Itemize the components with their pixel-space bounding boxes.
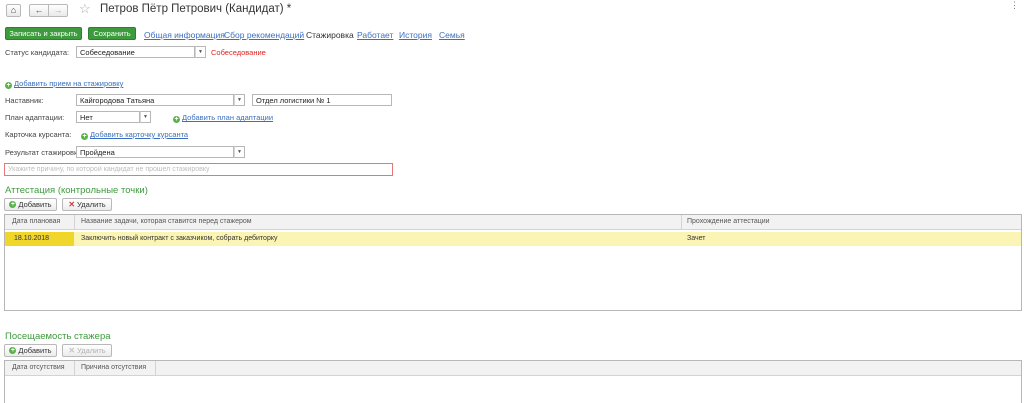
column-header[interactable]: Причина отсутствия — [81, 364, 146, 371]
adaptation-plan-label: План адаптации: — [5, 113, 65, 122]
attestation-delete-label: Удалить — [77, 200, 106, 209]
adaptation-plan-dropdown-button[interactable]: ▼ — [140, 111, 151, 123]
adaptation-plan-field[interactable]: Нет — [76, 111, 140, 123]
delete-icon: ✕ — [68, 199, 76, 209]
row-task: Заключить новый контракт с заказчиком, с… — [81, 235, 278, 242]
attestation-add-button[interactable]: + Добавить — [4, 198, 57, 211]
status-field[interactable]: Собеседование — [76, 46, 195, 58]
home-button[interactable]: ⌂ — [6, 4, 21, 17]
attendance-delete-button[interactable]: ✕ Удалить — [62, 344, 112, 357]
add-internship-link-text[interactable]: Добавить прием на стажировку — [14, 79, 123, 88]
tab-internship[interactable]: Стажировка — [306, 30, 354, 40]
attestation-delete-button[interactable]: ✕ Удалить — [62, 198, 112, 211]
save-and-close-button[interactable]: Записать и закрыть — [5, 27, 82, 40]
back-button[interactable]: ← — [29, 4, 49, 17]
column-header[interactable]: Дата плановая — [12, 218, 60, 225]
attendance-table[interactable]: Дата отсутствия Причина отсутствия — [4, 360, 1022, 403]
column-header[interactable]: Прохождение аттестации — [687, 218, 770, 225]
attendance-title: Посещаемость стажера — [5, 331, 111, 342]
save-button[interactable]: Сохранить — [88, 27, 136, 40]
mentor-field[interactable]: Кайгородова Татьяна — [76, 94, 234, 106]
plus-icon: + — [173, 116, 180, 123]
attestation-add-label: Добавить — [18, 200, 52, 209]
column-divider — [681, 215, 682, 230]
attendance-add-label: Добавить — [18, 346, 52, 355]
status-hint: Собеседование — [211, 48, 266, 57]
chevron-down-icon: ▼ — [198, 49, 203, 55]
reason-input[interactable] — [4, 163, 393, 176]
chevron-down-icon: ▼ — [237, 97, 242, 103]
arrow-left-icon: ← — [34, 5, 44, 15]
result-label: Результат стажировки: — [5, 148, 84, 157]
column-header[interactable]: Название задачи, которая ставится перед … — [81, 218, 252, 225]
attestation-table[interactable]: Дата плановая Название задачи, которая с… — [4, 214, 1022, 311]
chevron-down-icon: ▼ — [237, 149, 242, 155]
column-divider — [74, 215, 75, 230]
attendance-delete-label: Удалить — [77, 346, 106, 355]
home-icon: ⌂ — [10, 5, 17, 15]
plus-icon: + — [9, 347, 17, 354]
attendance-table-header: Дата отсутствия Причина отсутствия — [5, 361, 1021, 376]
more-icon[interactable]: ⋮ — [1010, 0, 1019, 11]
attendance-add-button[interactable]: + Добавить — [4, 344, 57, 357]
delete-icon: ✕ — [68, 345, 76, 355]
add-cadet-card-text[interactable]: Добавить карточку курсанта — [90, 130, 188, 139]
tab-working[interactable]: Работает — [357, 30, 393, 40]
column-divider — [74, 361, 75, 376]
result-field[interactable]: Пройдена — [76, 146, 234, 158]
row-date: 18.10.2018 — [14, 235, 50, 242]
tab-general[interactable]: Общая информация — [144, 30, 225, 40]
add-adaptation-plan-link[interactable]: + Добавить план адаптации — [173, 113, 273, 123]
plus-icon: + — [81, 133, 88, 140]
department-field[interactable]: Отдел логистики № 1 — [252, 94, 392, 106]
plus-icon: + — [9, 201, 17, 208]
plus-icon: + — [5, 82, 12, 89]
mentor-label: Наставник: — [5, 96, 44, 105]
table-row[interactable]: 18.10.2018 Заключить новый контракт с за… — [5, 232, 1021, 246]
row-result: Зачет — [687, 235, 706, 242]
cadet-card-label: Карточка курсанта: — [5, 130, 72, 139]
tab-history[interactable]: История — [399, 30, 432, 40]
column-header[interactable]: Дата отсутствия — [12, 364, 65, 371]
tab-family[interactable]: Семья — [439, 30, 465, 40]
status-label: Статус кандидата: — [5, 48, 70, 57]
tab-recommendations[interactable]: Сбор рекомендаций — [224, 30, 304, 40]
attestation-title: Аттестация (контрольные точки) — [5, 185, 148, 196]
page-title: Петров Пётр Петрович (Кандидат) * — [100, 3, 292, 15]
result-dropdown-button[interactable]: ▼ — [234, 146, 245, 158]
status-dropdown-button[interactable]: ▼ — [195, 46, 206, 58]
star-icon[interactable]: ☆ — [79, 2, 91, 15]
chevron-down-icon: ▼ — [143, 114, 148, 120]
forward-button[interactable]: → — [48, 4, 68, 17]
add-cadet-card-link[interactable]: + Добавить карточку курсанта — [81, 130, 188, 140]
mentor-dropdown-button[interactable]: ▼ — [234, 94, 245, 106]
column-divider — [155, 361, 156, 376]
arrow-right-icon: → — [53, 5, 63, 15]
attestation-table-header: Дата плановая Название задачи, которая с… — [5, 215, 1021, 230]
add-internship-link[interactable]: + Добавить прием на стажировку — [5, 79, 123, 89]
add-adaptation-plan-text[interactable]: Добавить план адаптации — [182, 113, 273, 122]
